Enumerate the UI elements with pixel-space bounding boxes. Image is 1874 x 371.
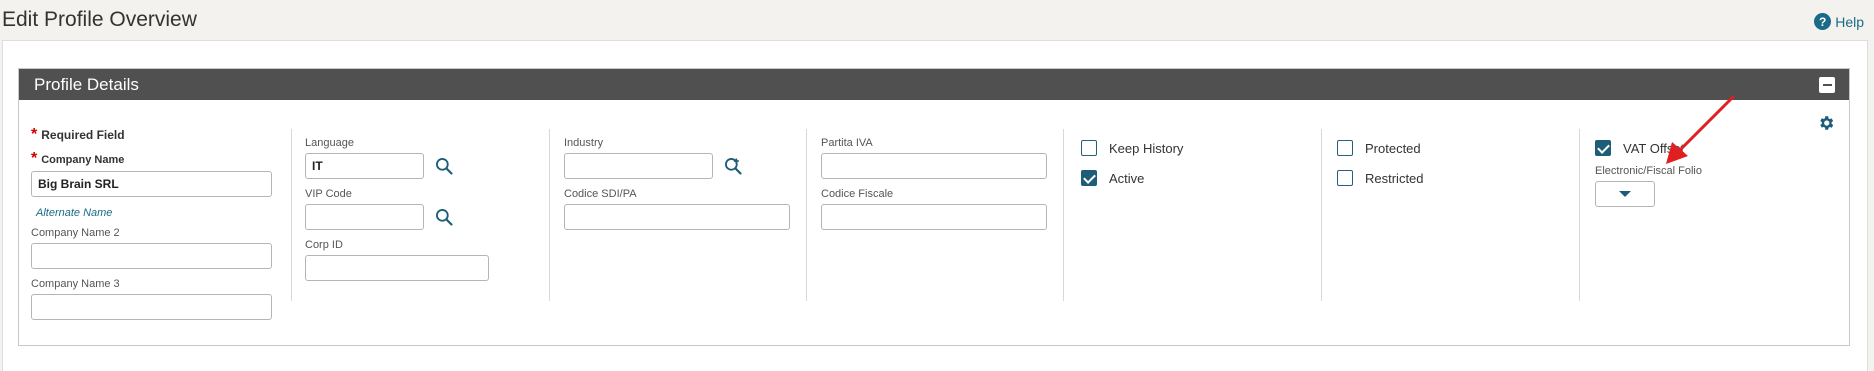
industry-label: Industry	[564, 137, 604, 149]
company-name2-label: Company Name 2	[31, 227, 120, 239]
protected-label: Protected	[1365, 140, 1421, 156]
panel-title: Profile Details	[34, 74, 139, 94]
annotation-arrow	[1666, 94, 1736, 164]
active-option[interactable]: Active	[1081, 167, 1183, 189]
language-input[interactable]: IT	[305, 153, 424, 179]
search-icon[interactable]	[434, 207, 454, 227]
gear-icon[interactable]	[1817, 114, 1835, 132]
search-plus-icon[interactable]	[723, 156, 743, 176]
divider	[291, 129, 292, 301]
corp-id-input[interactable]	[305, 255, 489, 281]
divider	[1321, 129, 1322, 301]
help-label: Help	[1835, 13, 1864, 30]
keep-history-label: Keep History	[1109, 140, 1184, 156]
alternate-name-link[interactable]: Alternate Name	[36, 207, 112, 219]
restricted-label: Restricted	[1365, 170, 1424, 186]
divider	[806, 129, 807, 301]
collapse-icon[interactable]	[1819, 77, 1835, 93]
electronic-folio-select[interactable]	[1595, 181, 1655, 207]
company-name-input[interactable]: Big Brain SRL	[31, 171, 272, 197]
keep-history-option[interactable]: Keep History	[1081, 137, 1183, 159]
company-name2-input[interactable]	[31, 243, 272, 269]
required-field-note: * Required Field	[31, 126, 125, 143]
protected-checkbox[interactable]	[1337, 140, 1353, 156]
language-label: Language	[305, 137, 354, 149]
help-link[interactable]: ? Help	[1814, 13, 1864, 30]
divider	[549, 129, 550, 301]
vat-offset-checkbox[interactable]	[1595, 140, 1611, 156]
codice-sdi-input[interactable]	[564, 204, 790, 230]
codice-fiscale-label: Codice Fiscale	[821, 188, 894, 200]
divider	[1579, 129, 1580, 301]
corp-id-label: Corp ID	[305, 239, 343, 251]
industry-input[interactable]	[564, 153, 713, 179]
codice-sdi-label: Codice SDI/PA	[564, 188, 637, 200]
page-title: Edit Profile Overview	[2, 8, 197, 31]
restricted-option[interactable]: Restricted	[1337, 167, 1424, 189]
protected-option[interactable]: Protected	[1337, 137, 1424, 159]
company-name3-input[interactable]	[31, 294, 272, 320]
column-industry: Industry Codice SDI/PA	[564, 137, 790, 230]
vip-code-input[interactable]	[305, 204, 424, 230]
vip-code-label: VIP Code	[305, 188, 352, 200]
search-icon[interactable]	[434, 156, 454, 176]
company-name-label: Company Name	[41, 154, 125, 166]
column-company: * Required Field * Company Name Big Brain …	[31, 126, 272, 320]
codice-fiscale-input[interactable]	[821, 204, 1047, 230]
divider	[1063, 129, 1064, 301]
column-language: Language IT VIP Code Corp ID	[305, 137, 489, 281]
help-icon: ?	[1814, 13, 1832, 30]
active-label: Active	[1109, 170, 1145, 186]
partita-iva-label: Partita IVA	[821, 137, 873, 149]
column-flags: Protected Restricted	[1337, 137, 1424, 189]
column-tax: Partita IVA Codice Fiscale	[821, 137, 1047, 230]
partita-iva-input[interactable]	[821, 153, 1047, 179]
panel-header: Profile Details	[19, 69, 1849, 100]
profile-details-panel: Profile Details * Required Field * Company…	[18, 68, 1850, 346]
column-status: Keep History Active	[1081, 137, 1183, 189]
active-checkbox[interactable]	[1081, 170, 1097, 186]
company-name3-label: Company Name 3	[31, 278, 120, 290]
restricted-checkbox[interactable]	[1337, 170, 1353, 186]
chevron-down-icon	[1619, 191, 1631, 197]
keep-history-checkbox[interactable]	[1081, 140, 1097, 156]
